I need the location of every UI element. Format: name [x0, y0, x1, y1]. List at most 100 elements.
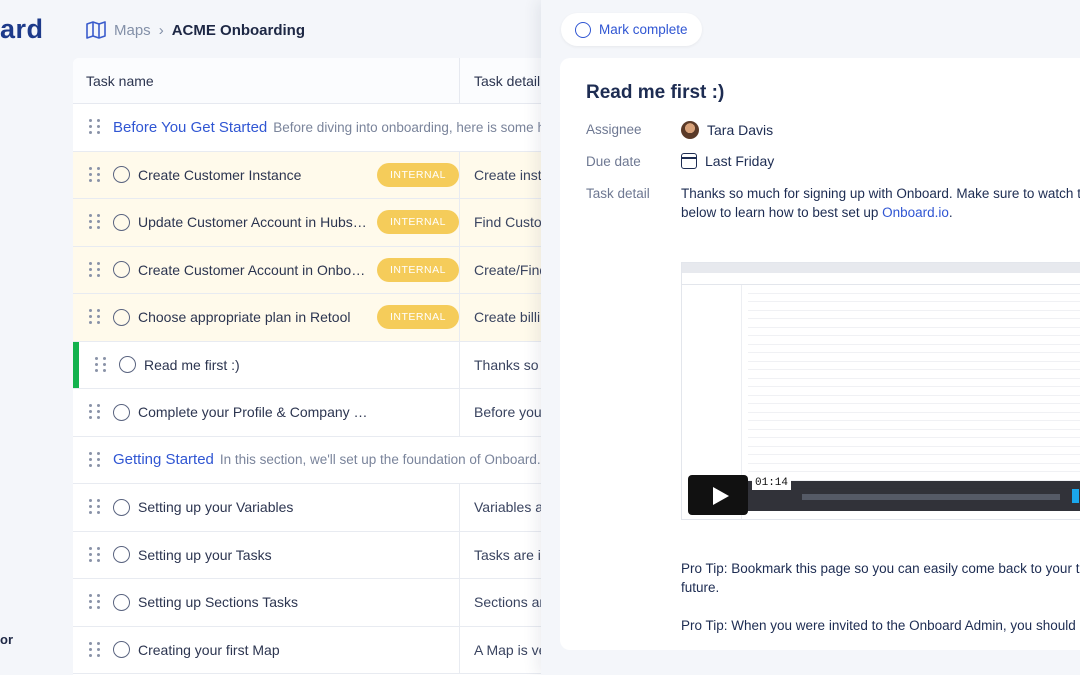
complete-circle-icon[interactable]	[113, 641, 130, 659]
drag-handle-icon[interactable]	[89, 594, 101, 610]
task-name[interactable]: Update Customer Account in Hubspot	[138, 214, 368, 230]
task-table: Task name Task detail Before You Get Sta…	[73, 58, 543, 675]
task-name-cell: Create Customer Account in Onboard I... I…	[73, 247, 459, 294]
chevron-right-icon: ›	[158, 21, 164, 39]
task-name[interactable]: Complete your Profile & Company Profile	[138, 404, 368, 420]
section-row[interactable]: Getting Started In this section, we'll se…	[73, 437, 543, 484]
task-name[interactable]: Choose appropriate plan in Retool	[138, 309, 350, 325]
section-row[interactable]: Before You Get Started Before diving into…	[73, 104, 543, 152]
video-table-line	[748, 362, 1080, 370]
video-timestamp: 01:14	[752, 476, 792, 490]
video-progress-track[interactable]	[802, 494, 1060, 500]
task-name[interactable]: Create Customer Instance	[138, 167, 301, 183]
task-name[interactable]: Setting up your Variables	[138, 499, 293, 515]
play-icon[interactable]	[688, 475, 748, 515]
table-row[interactable]: Complete your Profile & Company Profile B…	[73, 389, 543, 437]
drag-handle-icon[interactable]	[89, 404, 101, 420]
task-name[interactable]: Setting up Sections Tasks	[138, 594, 298, 610]
task-detail-cell: Sections are	[459, 579, 543, 626]
complete-circle-icon[interactable]	[113, 261, 130, 279]
task-detail-cell: Create/Find	[459, 246, 543, 293]
task-name[interactable]: Setting up your Tasks	[138, 547, 272, 563]
video-table-line	[748, 353, 1080, 362]
pro-tip-1: Pro Tip: Bookmark this page so you can e…	[681, 559, 1080, 597]
breadcrumb-maps-link[interactable]: Maps	[114, 22, 151, 39]
video-table-line	[748, 472, 1080, 481]
map-icon	[86, 21, 106, 39]
complete-circle-icon[interactable]	[113, 166, 130, 184]
table-row[interactable]: Read me first :) Thanks so m	[73, 341, 543, 389]
calendar-icon	[681, 153, 697, 169]
drag-handle-icon[interactable]	[95, 356, 107, 373]
drag-handle-icon[interactable]	[89, 119, 101, 135]
table-row[interactable]: Setting up your Variables Variables are	[73, 484, 543, 532]
logo[interactable]: ard	[0, 14, 44, 45]
task-title: Read me first :)	[586, 82, 725, 103]
mark-complete-label: Mark complete	[599, 22, 688, 37]
tutorial-video[interactable]: 01:14	[681, 262, 1080, 520]
volume-icon[interactable]	[1072, 489, 1080, 503]
complete-circle-icon[interactable]	[113, 403, 130, 421]
drag-handle-icon[interactable]	[89, 309, 101, 325]
video-table-line	[748, 447, 1080, 455]
column-header-task-detail[interactable]: Task detail	[459, 58, 543, 103]
video-browser-urlbar	[682, 273, 1080, 285]
complete-circle-icon[interactable]	[113, 498, 130, 516]
task-name[interactable]: Create Customer Account in Onboard I...	[138, 262, 368, 278]
drag-handle-icon[interactable]	[89, 166, 101, 183]
task-name-cell: Setting up your Tasks	[73, 532, 459, 579]
internal-badge: INTERNAL	[377, 257, 459, 282]
video-table-line	[748, 455, 1080, 464]
task-detail-panel: Mark complete Read me first :) Assignee …	[541, 0, 1080, 675]
complete-circle-icon[interactable]	[113, 546, 130, 564]
detail-line-2-end: .	[948, 205, 953, 220]
task-name[interactable]: Read me first :)	[144, 357, 240, 373]
internal-badge: INTERNAL	[377, 210, 459, 235]
onboard-link[interactable]: Onboard.io	[882, 205, 949, 220]
drag-handle-icon[interactable]	[89, 214, 101, 230]
video-table-line	[748, 413, 1080, 421]
task-detail-text: Thanks so much for signing up with Onboa…	[681, 184, 1080, 222]
internal-badge: INTERNAL	[377, 305, 459, 330]
complete-circle-icon[interactable]	[113, 593, 130, 611]
drag-handle-icon[interactable]	[89, 546, 101, 563]
table-row[interactable]: Create Customer Instance INTERNAL Create i…	[73, 151, 543, 199]
table-row[interactable]: Choose appropriate plan in Retool INTERNA…	[73, 294, 543, 342]
video-table-line	[748, 336, 1080, 345]
sidebar-bottom-item[interactable]: or	[0, 632, 13, 647]
task-name[interactable]: Creating your first Map	[138, 642, 280, 658]
table-row[interactable]: Setting up your Tasks Tasks are in	[73, 531, 543, 579]
table-header: Task name Task detail	[73, 58, 543, 104]
video-table-line	[748, 438, 1080, 447]
video-table-line	[748, 396, 1080, 404]
mark-complete-button[interactable]: Mark complete	[561, 13, 702, 46]
drag-handle-icon[interactable]	[89, 641, 101, 658]
detail-line-2-text: below to learn how to best set up	[681, 205, 883, 220]
table-row[interactable]: Create Customer Account in Onboard I... I…	[73, 246, 543, 294]
video-table-line	[748, 370, 1080, 379]
due-date-value[interactable]: Last Friday	[681, 153, 774, 169]
table-row[interactable]: Creating your first Map A Map is ver	[73, 626, 543, 674]
video-table-line	[748, 294, 1080, 302]
video-table-line	[748, 387, 1080, 396]
assignee-value[interactable]: Tara Davis	[681, 121, 773, 139]
section-title[interactable]: Before You Get Started	[113, 119, 267, 136]
drag-handle-icon[interactable]	[89, 499, 101, 515]
complete-circle-icon[interactable]	[113, 213, 130, 231]
table-row[interactable]: Update Customer Account in Hubspot INTERN…	[73, 199, 543, 247]
video-table-line	[748, 379, 1080, 387]
video-table-line	[748, 311, 1080, 319]
drag-handle-icon[interactable]	[89, 451, 101, 468]
drag-handle-icon[interactable]	[89, 261, 101, 278]
complete-circle-icon[interactable]	[113, 308, 130, 326]
video-table-line	[748, 404, 1080, 413]
task-name-cell: Update Customer Account in Hubspot INTERN…	[73, 199, 459, 246]
video-table-line	[748, 421, 1080, 430]
table-row[interactable]: Setting up Sections Tasks Sections are	[73, 579, 543, 627]
task-name-cell: Read me first :)	[73, 342, 459, 389]
breadcrumb: Maps › ACME Onboarding	[86, 18, 305, 42]
section-title[interactable]: Getting Started	[113, 451, 214, 468]
complete-circle-icon[interactable]	[119, 356, 136, 374]
column-header-task-name[interactable]: Task name	[73, 73, 459, 89]
task-name-cell: Setting up your Variables	[73, 484, 459, 531]
